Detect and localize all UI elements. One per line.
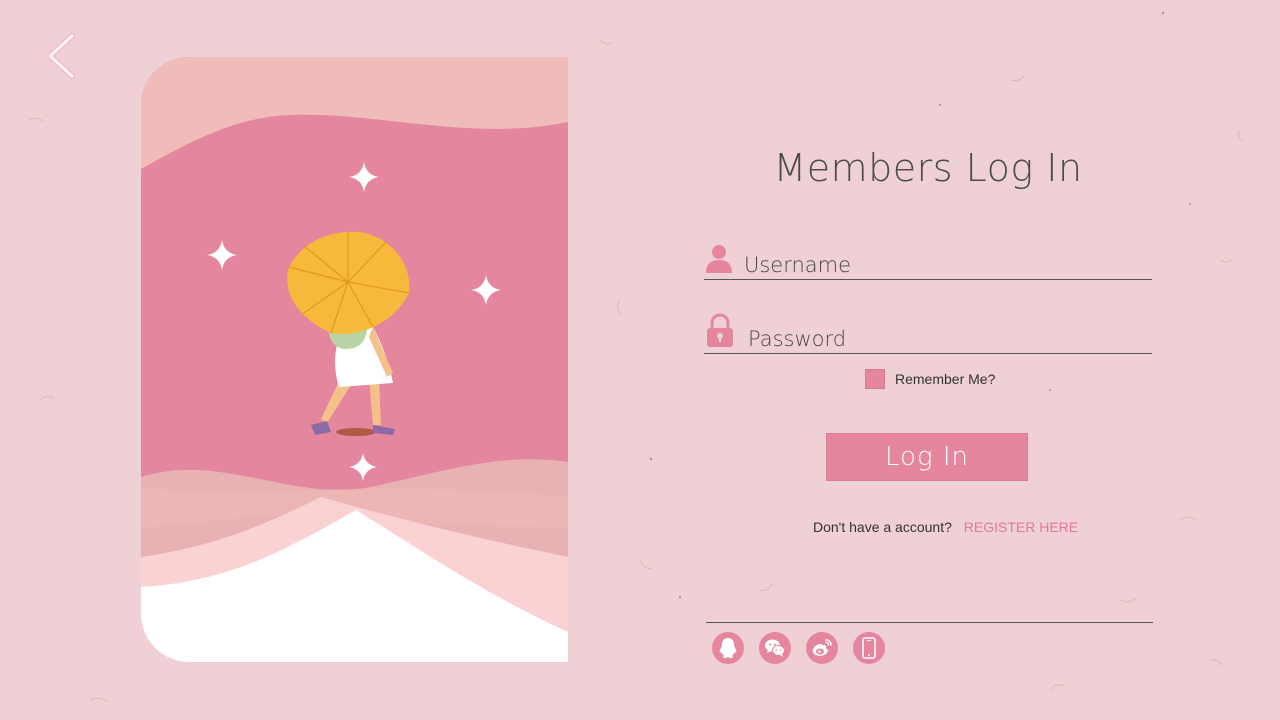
- qq-login-button[interactable]: [712, 632, 744, 664]
- password-field[interactable]: Password: [704, 313, 1152, 354]
- remember-me-checkbox[interactable]: [865, 369, 885, 389]
- phone-icon: [862, 637, 876, 659]
- remember-me-label: Remember Me?: [895, 371, 996, 387]
- wechat-icon: [765, 639, 785, 657]
- lock-icon: [704, 313, 736, 349]
- signup-row: Don't have a account? REGISTER HERE: [813, 519, 1078, 535]
- qq-icon: [719, 638, 737, 658]
- illustration-card: [141, 57, 568, 662]
- username-field[interactable]: Username: [704, 239, 1152, 280]
- back-button[interactable]: [40, 28, 86, 84]
- girl-with-umbrella-illustration: [141, 57, 568, 662]
- signup-prompt: Don't have a account?: [813, 519, 952, 535]
- user-icon: [704, 243, 734, 275]
- social-login-row: [712, 632, 885, 664]
- divider: [706, 622, 1153, 623]
- remember-me-checkbox-row[interactable]: Remember Me?: [865, 368, 995, 390]
- phone-login-button[interactable]: [853, 632, 885, 664]
- login-panel: Members Log In Username Password Remembe…: [700, 0, 1160, 720]
- weibo-icon: [812, 639, 832, 656]
- page-title: Members Log In: [773, 146, 1083, 190]
- weibo-login-button[interactable]: [806, 632, 838, 664]
- password-label: Password: [748, 327, 847, 351]
- login-button[interactable]: Log In: [826, 433, 1028, 481]
- username-label: Username: [744, 253, 852, 277]
- register-link[interactable]: REGISTER HERE: [964, 519, 1078, 535]
- chevron-left-icon: [46, 32, 76, 80]
- wechat-login-button[interactable]: [759, 632, 791, 664]
